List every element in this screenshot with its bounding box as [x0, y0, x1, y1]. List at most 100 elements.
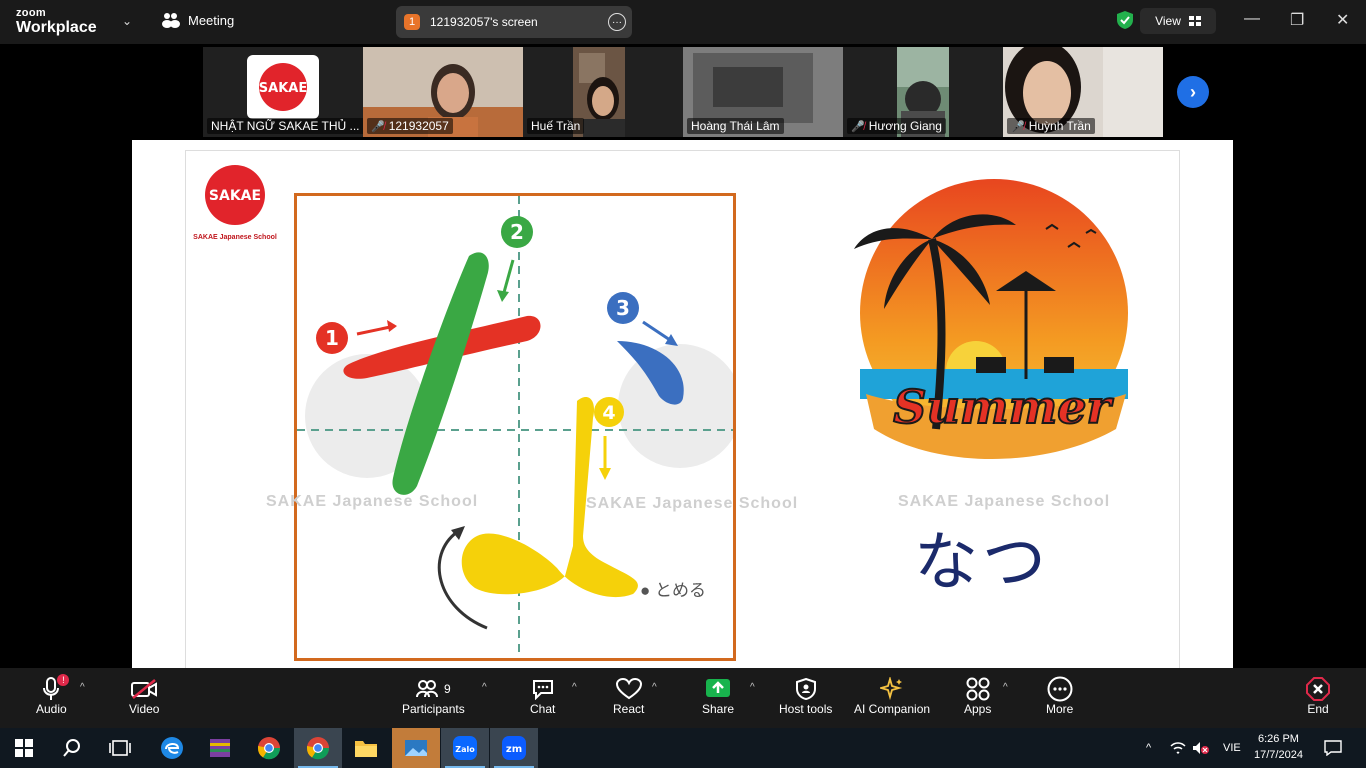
- chat-icon: [532, 680, 553, 700]
- share-options-caret[interactable]: ^: [750, 682, 755, 693]
- participants-count: 9: [444, 682, 451, 696]
- meeting-label: Meeting: [188, 12, 235, 28]
- participant-name: NHẬT NGỮ SAKAE THỦ ...: [207, 118, 363, 134]
- video-label: Video: [129, 702, 160, 716]
- photos-icon[interactable]: [392, 728, 440, 768]
- participants-label: Participants: [402, 702, 465, 716]
- apps-icon: [966, 677, 990, 701]
- chevron-down-icon[interactable]: ⌄: [122, 14, 132, 28]
- ai-companion-button[interactable]: AI Companion: [854, 676, 930, 716]
- audio-options-caret[interactable]: ^: [80, 682, 85, 693]
- chevron-right-icon: ›: [1190, 81, 1196, 102]
- audio-alert-badge: !: [57, 674, 70, 686]
- more-options-icon[interactable]: ···: [608, 13, 626, 31]
- participant-name: 🎤̸ Hương Giang: [847, 118, 946, 134]
- stroke-number-2: 2: [510, 220, 524, 244]
- chat-label: Chat: [530, 702, 556, 716]
- zalo-icon[interactable]: Zalo: [441, 728, 489, 768]
- share-screen-icon: [706, 679, 731, 697]
- people-icon: [162, 13, 180, 28]
- chat-options-caret[interactable]: ^: [572, 682, 577, 693]
- chrome-profile-icon[interactable]: [294, 728, 342, 768]
- participant-tile[interactable]: Huế Trần: [523, 47, 683, 137]
- wifi-icon[interactable]: [1170, 728, 1186, 768]
- minimize-icon[interactable]: —: [1244, 10, 1260, 28]
- tomeru-label: ● とめる: [640, 581, 706, 600]
- share-label: Share: [702, 702, 735, 716]
- svg-text:SAKAE: SAKAE: [209, 188, 261, 204]
- view-button[interactable]: View: [1140, 8, 1216, 34]
- apps-button[interactable]: Apps: [964, 676, 991, 716]
- summer-illustration: Summer: [854, 179, 1128, 459]
- brand-top: zoom: [16, 7, 46, 19]
- file-explorer-icon[interactable]: [352, 734, 380, 762]
- more-icon: [1047, 676, 1073, 702]
- zoom-workplace-logo[interactable]: zoom Workplace: [16, 8, 97, 36]
- logo-caption: SAKAE Japanese School: [193, 234, 277, 241]
- participant-tile[interactable]: 🎤̸ 121932057: [363, 47, 523, 137]
- taskbar-clock[interactable]: 6:26 PM 17/7/2024: [1254, 731, 1303, 763]
- participant-tile[interactable]: Hoàng Thái Lâm: [683, 47, 843, 137]
- participant-name: 🎤̸ 121932057: [367, 118, 453, 134]
- slide: SAKAE SAKAE Japanese School 1 2 3 4 ● とめ…: [185, 150, 1180, 668]
- participants-options-caret[interactable]: ^: [482, 682, 487, 693]
- sakae-avatar: SAKAE: [247, 55, 319, 119]
- svg-text:Zalo: Zalo: [455, 745, 475, 754]
- mic-muted-icon: 🎤̸: [371, 120, 385, 133]
- video-button[interactable]: Video: [129, 676, 159, 716]
- more-button[interactable]: More: [1046, 676, 1073, 716]
- end-meeting-button[interactable]: End: [1306, 676, 1330, 716]
- notifications-icon[interactable]: [1324, 728, 1342, 768]
- apps-label: Apps: [964, 702, 992, 716]
- stroke-number-1: 1: [325, 326, 339, 350]
- windows-start-icon[interactable]: [10, 734, 38, 762]
- chat-button[interactable]: Chat: [530, 676, 555, 716]
- zoom-taskbar-icon[interactable]: zm: [490, 728, 538, 768]
- share-button[interactable]: Share: [702, 676, 734, 716]
- react-options-caret[interactable]: ^: [652, 682, 657, 693]
- host-tools-button[interactable]: Host tools: [779, 676, 832, 716]
- summer-text: Summer: [893, 380, 1114, 434]
- svg-text:zm: zm: [506, 744, 522, 755]
- host-tools-label: Host tools: [779, 702, 833, 716]
- participant-strip: SAKAE NHẬT NGỮ SAKAE THỦ ... 🎤̸ 121932057…: [203, 47, 1163, 137]
- language-indicator[interactable]: VIE: [1223, 728, 1241, 768]
- end-label: End: [1307, 702, 1329, 716]
- ai-companion-label: AI Companion: [854, 702, 931, 716]
- task-view-icon[interactable]: [106, 734, 134, 762]
- participants-button[interactable]: 9 Participants: [402, 676, 465, 716]
- participant-tile[interactable]: 🎤̸ Hương Giang: [843, 47, 1003, 137]
- view-label: View: [1155, 14, 1181, 28]
- winrar-icon[interactable]: [206, 734, 234, 762]
- participant-name: Hoàng Thái Lâm: [687, 118, 784, 134]
- edge-icon[interactable]: [158, 734, 186, 762]
- next-page-button[interactable]: ›: [1177, 76, 1209, 108]
- apps-options-caret[interactable]: ^: [1003, 682, 1008, 693]
- host-shield-icon: [795, 678, 816, 700]
- restore-icon[interactable]: ❐: [1290, 10, 1304, 30]
- participant-tile[interactable]: 🎤̸ Huỳnh Trần: [1003, 47, 1163, 137]
- volume-muted-icon[interactable]: [1192, 728, 1210, 768]
- search-icon[interactable]: [58, 734, 86, 762]
- chrome-icon[interactable]: [255, 734, 283, 762]
- meeting-menu-button[interactable]: Meeting: [162, 12, 234, 28]
- audio-label: Audio: [36, 702, 67, 716]
- screen-count-badge: 1: [404, 14, 420, 30]
- screen-title: 121932057's screen: [430, 15, 538, 29]
- brand-bottom: Workplace: [16, 19, 97, 36]
- title-bar: zoom Workplace ⌄ Meeting 1 121932057's s…: [0, 0, 1366, 44]
- sakae-logo: SAKAE SAKAE Japanese School: [190, 163, 280, 241]
- close-icon[interactable]: ✕: [1336, 10, 1349, 30]
- react-button[interactable]: React: [613, 676, 644, 716]
- participant-name: 🎤̸ Huỳnh Trần: [1007, 118, 1095, 134]
- audio-button[interactable]: ! Audio: [36, 674, 70, 716]
- participant-name: Huế Trần: [527, 118, 585, 134]
- svg-text:SAKAE: SAKAE: [259, 81, 307, 96]
- tray-expand-icon[interactable]: ^: [1146, 728, 1151, 768]
- security-shield-icon[interactable]: [1116, 10, 1134, 30]
- participant-tile[interactable]: SAKAE NHẬT NGỮ SAKAE THỦ ...: [203, 47, 363, 137]
- clock-time: 6:26 PM: [1257, 733, 1299, 745]
- shared-screen-pill[interactable]: 1 121932057's screen ···: [396, 6, 632, 38]
- react-label: React: [613, 702, 645, 716]
- mic-muted-icon: 🎤̸: [851, 120, 865, 133]
